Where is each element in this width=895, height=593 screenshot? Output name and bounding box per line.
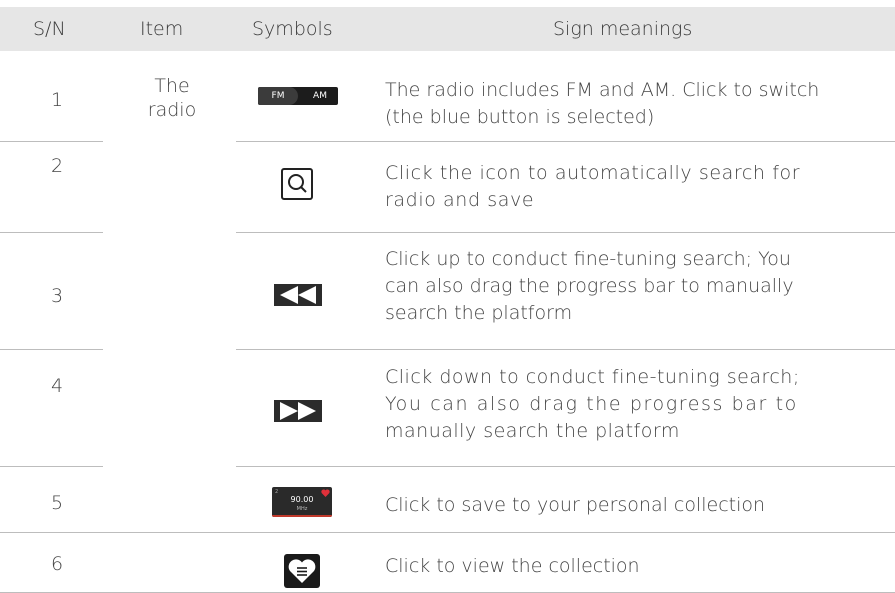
row-5-sn: 5 <box>51 492 64 514</box>
fast-forward-icon <box>274 400 322 426</box>
row-2-line-2: radio and save <box>385 189 535 211</box>
row-separator <box>236 466 895 467</box>
row-1-line-1: The radio includes FM and AM. Click to s… <box>385 79 820 101</box>
row-1-sn: 1 <box>51 89 64 111</box>
header-symbols: Symbols <box>252 18 333 40</box>
item-cell: The radio <box>137 74 207 122</box>
row-5-line-1: Click to save to your personal collectio… <box>385 494 766 516</box>
row-1-meaning: The radio includes FM and AM. Click to s… <box>385 77 885 131</box>
header-sn: S/N <box>33 18 66 40</box>
heart-list-icon <box>284 554 320 592</box>
row-5-meaning: Click to save to your personal collectio… <box>385 492 885 519</box>
header-sign-meanings: Sign meanings <box>553 18 693 40</box>
row-separator <box>0 141 103 142</box>
fm-label: FM <box>258 87 298 105</box>
favorite-frequency-tile: 2 90.00 MHz <box>272 487 332 517</box>
row-3-meaning: Click up to conduct fine-tuning search; … <box>385 246 885 327</box>
row-2-line-1: Click the icon to automatically search f… <box>385 162 801 184</box>
row-4-line-3: manually search the platform <box>385 420 680 442</box>
row-4-sn: 4 <box>51 375 64 397</box>
tile-accent-bar <box>272 515 332 517</box>
search-icon <box>280 167 314 205</box>
am-label: AM <box>313 91 327 101</box>
rewind-icon <box>274 284 322 310</box>
tile-unit: MHz <box>296 506 308 512</box>
item-line-2: radio <box>147 99 197 121</box>
row-separator <box>236 232 895 233</box>
row-6-sn: 6 <box>51 553 64 575</box>
fm-am-switch-icon: FM AM <box>258 87 338 105</box>
row-separator <box>0 532 895 533</box>
row-6-line-1: Click to view the collection <box>385 555 640 577</box>
row-separator <box>236 349 895 350</box>
row-1-line-2: (the blue button is selected) <box>385 106 655 128</box>
table-header: S/N Item Symbols Sign meanings <box>0 7 895 51</box>
heart-icon <box>321 489 330 497</box>
header-item: Item <box>140 18 184 40</box>
row-3-line-3: search the platform <box>385 302 573 324</box>
row-4-line-2: You can also drag the progress bar to <box>385 393 798 415</box>
row-4-line-1: Click down to conduct fine-tuning search… <box>385 366 800 388</box>
row-separator <box>236 141 895 142</box>
row-separator <box>0 349 103 350</box>
row-separator <box>0 466 103 467</box>
row-3-line-2: can also drag the progress bar to manual… <box>385 275 794 297</box>
row-6-meaning: Click to view the collection <box>385 553 885 580</box>
item-line-1: The <box>154 75 190 97</box>
row-3-line-1: Click up to conduct fine-tuning search; … <box>385 248 791 270</box>
row-2-meaning: Click the icon to automatically search f… <box>385 160 885 214</box>
row-3-sn: 3 <box>51 285 64 307</box>
row-2-sn: 2 <box>51 155 64 177</box>
row-4-meaning: Click down to conduct fine-tuning search… <box>385 364 885 445</box>
row-separator <box>0 232 103 233</box>
